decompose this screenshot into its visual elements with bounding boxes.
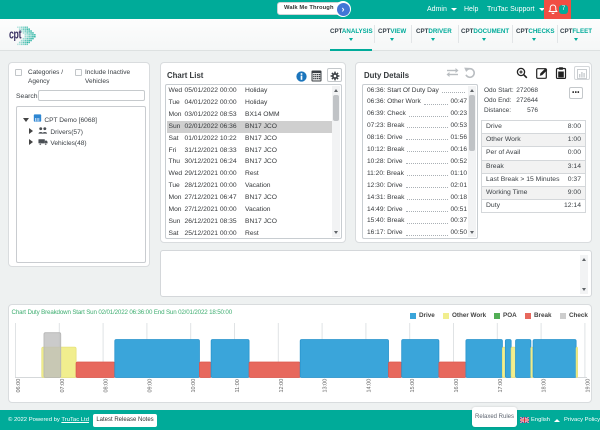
svg-text:cpt: cpt (9, 28, 22, 42)
svg-text:16:00: 16:00 (454, 379, 460, 393)
svg-text:19:00: 19:00 (585, 379, 591, 393)
svg-text:09:00: 09:00 (147, 379, 153, 393)
svg-text:12:00: 12:00 (279, 379, 285, 393)
svg-text:11:00: 11:00 (235, 379, 241, 392)
svg-text:18:00: 18:00 (542, 379, 548, 393)
svg-text:14:00: 14:00 (366, 379, 372, 393)
svg-text:06:00: 06:00 (16, 379, 22, 393)
svg-text:10:00: 10:00 (191, 379, 197, 393)
svg-text:17:00: 17:00 (498, 379, 504, 393)
svg-text:08:00: 08:00 (104, 379, 110, 393)
svg-text:13:00: 13:00 (323, 379, 329, 393)
svg-text:15:00: 15:00 (410, 379, 416, 393)
svg-text:07:00: 07:00 (60, 379, 66, 393)
